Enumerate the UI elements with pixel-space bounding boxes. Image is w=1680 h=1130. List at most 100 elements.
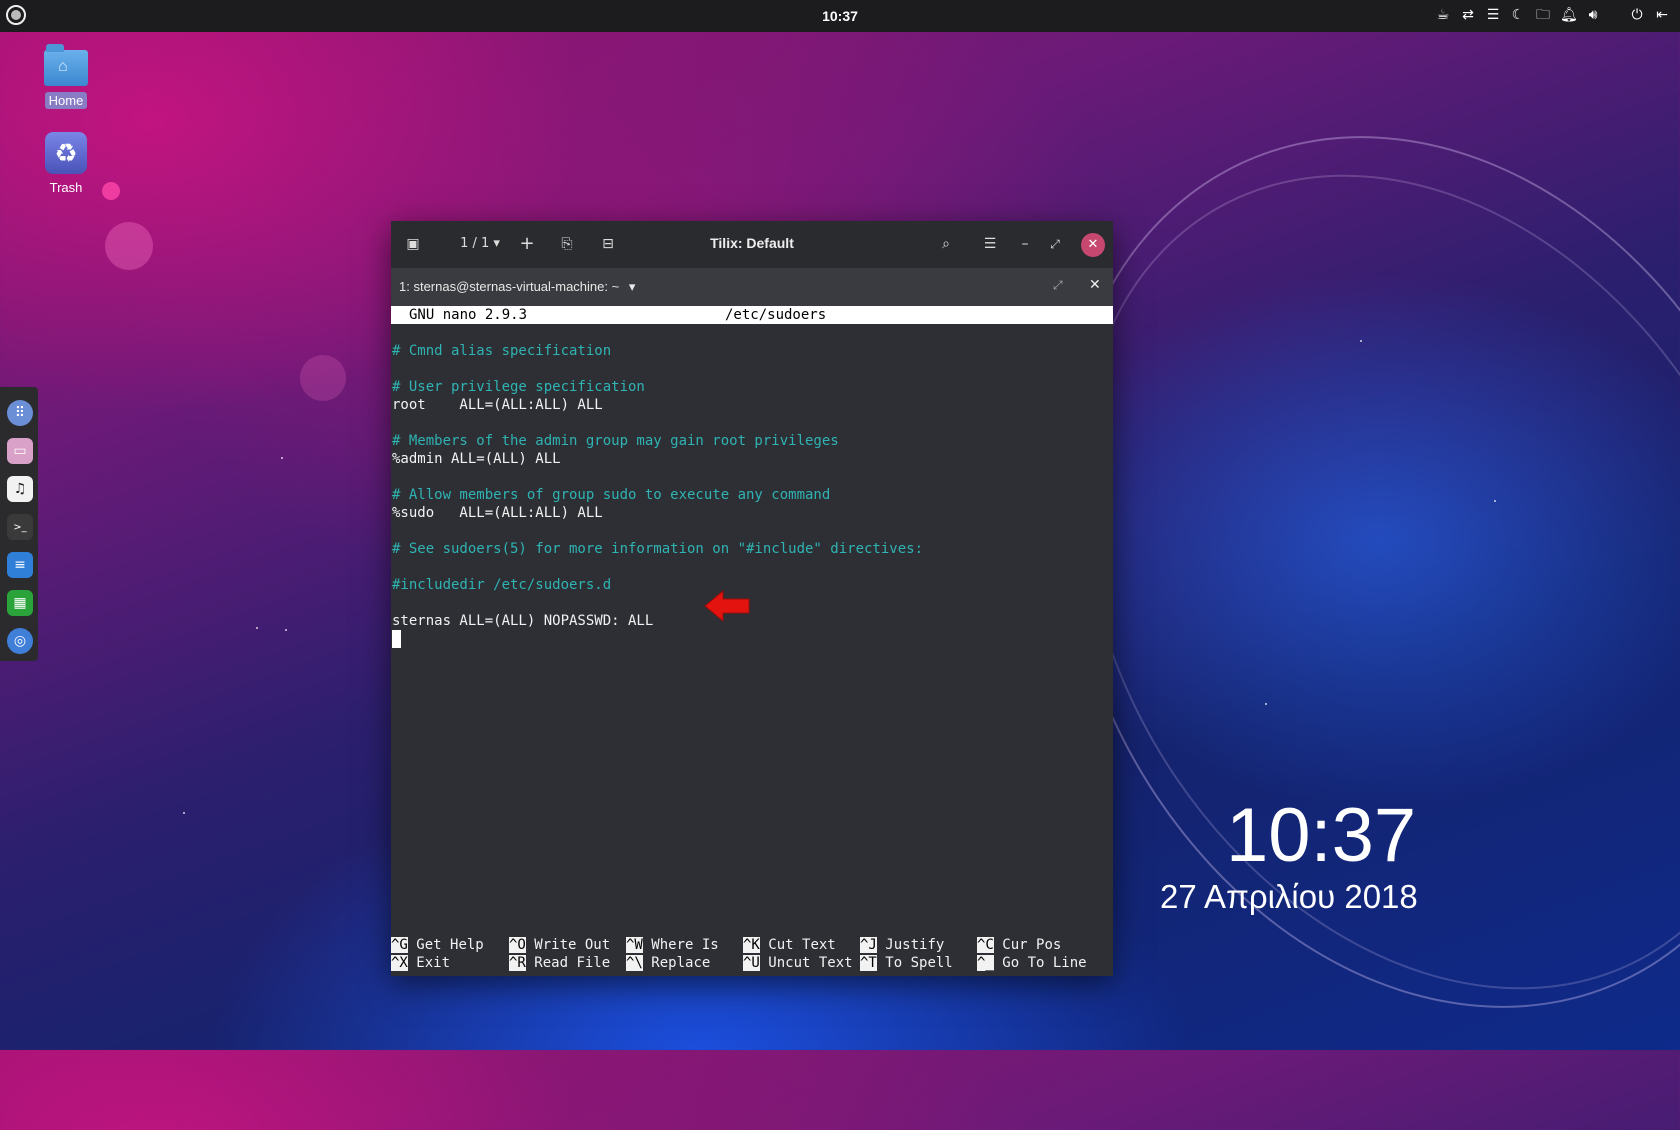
file-line: #includedir /etc/sudoers.d (392, 577, 612, 593)
shortcut-key: ^R (509, 955, 526, 971)
top-clock[interactable]: 10:37 (0, 8, 1680, 24)
volume-icon[interactable]: 🔊︎ (1585, 6, 1601, 24)
file-line: root ALL=(ALL:ALL) ALL (392, 397, 603, 413)
shortcut-key: ^W (626, 937, 643, 953)
wallpaper-star (281, 457, 283, 459)
network-icon[interactable]: ⇄ (1460, 6, 1476, 24)
nano-version: GNU nano 2.9.3 (409, 307, 528, 323)
shortcut-label: To Spell (885, 955, 953, 971)
shortcut-label: Where Is (651, 937, 719, 953)
close-terminal-icon[interactable]: ✕ (1089, 277, 1101, 293)
shortcut-to-spell[interactable]: ^T To Spell (860, 954, 953, 972)
shortcut-uncut-text[interactable]: ^U Uncut Text (743, 954, 853, 972)
file-line: # See sudoers(5) for more information on… (392, 541, 924, 557)
desktop-clock-time: 10:37 (1226, 793, 1417, 878)
shortcut-cur-pos[interactable]: ^C Cur Pos (977, 936, 1061, 954)
search-icon[interactable]: ⌕ (937, 234, 955, 254)
power-icon[interactable]: ⏻ (1629, 6, 1645, 24)
system-tray: ☕ ⇄ ☰ ☾ 🗀 🔔︎ 🔊︎ ⏻ ⇤ (1435, 6, 1670, 24)
home-folder-icon: ⌂ (44, 44, 88, 86)
desktop-icon-label: Trash (49, 180, 83, 195)
wallpaper-star (256, 627, 258, 629)
shortcut-where-is[interactable]: ^W Where Is (626, 936, 719, 954)
shortcut-key: ^_ (977, 955, 994, 971)
red-arrow-annotation (704, 589, 750, 623)
desktop-icon-trash[interactable]: ♻ Trash (26, 132, 106, 195)
maximize-terminal-icon[interactable]: ⤢ (1053, 278, 1063, 293)
file-line: # User privilege specification (392, 379, 645, 395)
chrome-icon[interactable]: ◎ (7, 628, 33, 654)
shortcut-exit[interactable]: ^X Exit (391, 954, 450, 972)
night-light-icon[interactable]: ☾ (1510, 6, 1526, 24)
shortcut-cut-text[interactable]: ^K Cut Text (743, 936, 836, 954)
wallpaper-star (1265, 703, 1267, 705)
coffee-icon[interactable]: ☕ (1435, 6, 1451, 24)
shortcut-key: ^J (860, 937, 877, 953)
chevron-down-icon[interactable]: ▾ (629, 279, 636, 294)
shortcut-go-to-line[interactable]: ^_ Go To Line (977, 954, 1087, 972)
file-line: %admin ALL=(ALL) ALL (392, 451, 561, 467)
minimize-icon[interactable]: – (1017, 234, 1033, 254)
nano-filename: /etc/sudoers (725, 307, 827, 323)
wallpaper-star (183, 812, 185, 814)
shortcut-key: ^U (743, 955, 760, 971)
shortcut-key: ^G (391, 937, 408, 953)
terminal-icon[interactable]: >_ (7, 514, 33, 540)
desktop-clock-date: 27 Απριλίου 2018 (1160, 878, 1418, 915)
shortcut-key: ^C (977, 937, 994, 953)
trash-icon: ♻ (45, 132, 87, 174)
shortcut-label: Cur Pos (1002, 937, 1062, 953)
close-window-button[interactable]: ✕ (1081, 233, 1105, 257)
shortcut-key: ^O (509, 937, 526, 953)
maximize-icon[interactable]: ⤢ (1047, 234, 1063, 254)
shortcut-key: ^X (391, 955, 408, 971)
nano-title-bar: GNU nano 2.9.3/etc/sudoers (391, 306, 1113, 324)
shortcut-key: ^T (860, 955, 877, 971)
text-cursor (392, 630, 401, 648)
file-line: # Members of the admin group may gain ro… (392, 433, 839, 449)
shortcut-read-file[interactable]: ^R Read File (509, 954, 610, 972)
menu-icon[interactable]: ☰ (1485, 6, 1501, 24)
wallpaper-star (1494, 500, 1496, 502)
notification-icon[interactable]: 🔔︎ (1560, 6, 1578, 24)
shortcut-get-help[interactable]: ^G Get Help (391, 936, 484, 954)
shortcut-label: Read File (534, 955, 611, 971)
shortcut-label: Go To Line (1002, 955, 1087, 971)
folder-icon[interactable]: 🗀 (1535, 6, 1551, 24)
wallpaper-bokeh (105, 222, 153, 270)
shortcut-key: ^K (743, 937, 760, 953)
shortcut-key: ^\ (626, 955, 643, 971)
logout-icon[interactable]: ⇤ (1654, 6, 1670, 24)
shortcut-write-out[interactable]: ^O Write Out (509, 936, 610, 954)
house-icon: ⌂ (58, 58, 68, 75)
app-grid-icon[interactable]: ⠿ (7, 400, 33, 426)
dock: ⠿ ▭ ♫ >_ ≡ ▦ ◎ (0, 387, 38, 661)
shortcut-label: Get Help (416, 937, 484, 953)
calc-icon[interactable]: ▦ (7, 590, 33, 616)
shortcut-label: Exit (416, 955, 451, 971)
writer-icon[interactable]: ≡ (7, 552, 33, 578)
desktop-icon-home[interactable]: ⌂ Home (26, 44, 106, 109)
files-icon[interactable]: ▭ (7, 438, 33, 464)
file-line: # Cmnd alias specification (392, 343, 612, 359)
music-icon[interactable]: ♫ (7, 476, 33, 502)
shortcut-replace[interactable]: ^\ Replace (626, 954, 710, 972)
wallpaper-star (285, 629, 287, 631)
shortcut-label: Write Out (534, 937, 611, 953)
file-line: # Allow members of group sudo to execute… (392, 487, 831, 503)
desktop-icon-label: Home (44, 92, 88, 109)
hamburger-menu-icon[interactable]: ☰ (981, 234, 999, 254)
wallpaper-star (1360, 340, 1362, 342)
shortcut-label: Justify (885, 937, 945, 953)
shortcut-label: Uncut Text (768, 955, 853, 971)
file-line: sternas ALL=(ALL) NOPASSWD: ALL (392, 613, 654, 629)
shortcut-justify[interactable]: ^J Justify (860, 936, 944, 954)
shortcut-label: Cut Text (768, 937, 836, 953)
top-panel: 10:37 ☕ ⇄ ☰ ☾ 🗀 🔔︎ 🔊︎ ⏻ ⇤ (0, 0, 1680, 32)
window-title: Tilix: Default (710, 235, 794, 251)
terminal-window: ▣ 1 / 1 ▾ + ⎘ ⊟ Tilix: Default ⌕ ☰ – ⤢ ✕… (391, 221, 1113, 976)
tab-title-text: 1: sternas@sternas-virtual-machine: ~ (399, 279, 620, 294)
nano-editor[interactable]: GNU nano 2.9.3/etc/sudoers # Cmnd alias … (391, 306, 1113, 976)
window-titlebar: ▣ 1 / 1 ▾ + ⎘ ⊟ Tilix: Default ⌕ ☰ – ⤢ ✕ (391, 221, 1113, 268)
terminal-tab-title[interactable]: 1: sternas@sternas-virtual-machine: ~ ▾ (399, 279, 635, 295)
